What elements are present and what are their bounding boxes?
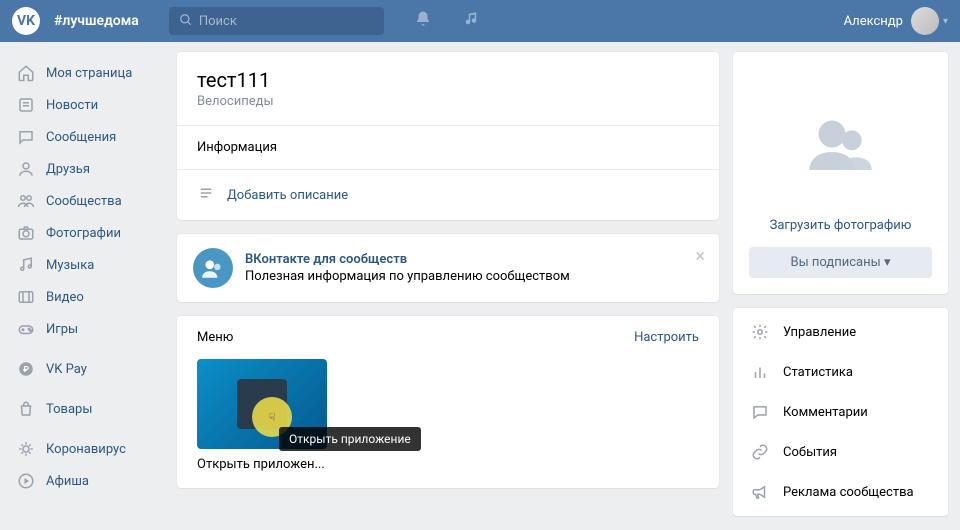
manage-label: События (783, 445, 837, 460)
main-area: тест111 Велосипеды Информация Добавить о… (165, 52, 960, 530)
news-icon (16, 95, 36, 115)
menu-card: Меню Настроить ☟ Открыть приложение Откр… (177, 316, 719, 488)
group-subtitle: Велосипеды (197, 94, 699, 109)
pointer-icon: ☟ (269, 411, 276, 424)
nav-games[interactable]: Игры (10, 313, 165, 345)
app-label[interactable]: Открыть приложен... (197, 457, 699, 472)
community-icon (16, 191, 36, 211)
nav-label: Афиша (46, 474, 89, 489)
chevron-down-icon: ▾ (884, 255, 891, 270)
nav-label: Друзья (46, 162, 90, 177)
nav-label: Сообщества (46, 194, 122, 209)
nav-communities[interactable]: Сообщества (10, 185, 165, 217)
admin-tip-card: ВКонтакте для сообществ Полезная информа… (177, 234, 719, 302)
music-note-icon (16, 255, 36, 275)
nav-photos[interactable]: Фотографии (10, 217, 165, 249)
top-header: VK #лучшедома Алексндр ▾ (0, 0, 960, 42)
play-icon (16, 471, 36, 491)
nav-messages[interactable]: Сообщения (10, 121, 165, 153)
admin-tip-subtitle: Полезная информация по управлению сообще… (245, 269, 570, 284)
chevron-down-icon[interactable]: ▾ (943, 16, 948, 27)
add-description-row[interactable]: Добавить описание (177, 170, 719, 220)
admin-avatar-icon (193, 248, 233, 288)
app-tooltip: Открыть приложение (279, 427, 421, 451)
manage-item-comments[interactable]: Комментарии (733, 392, 948, 432)
nav-corona[interactable]: Коронавирус (10, 433, 165, 465)
nav-afisha[interactable]: Афиша (10, 465, 165, 497)
nav-label: Музыка (46, 258, 94, 273)
group-title: тест111 (197, 68, 699, 92)
nav-goods[interactable]: Товары (10, 393, 165, 425)
camera-icon (16, 223, 36, 243)
link-icon (749, 441, 771, 463)
add-description-label: Добавить описание (227, 188, 348, 203)
nav-my-page[interactable]: Моя страница (10, 57, 165, 89)
center-column: тест111 Велосипеды Информация Добавить о… (177, 52, 719, 530)
manage-label: Управление (783, 325, 856, 340)
hashtag-link[interactable]: #лучшедома (54, 13, 139, 29)
msg-icon (16, 127, 36, 147)
search-icon (179, 12, 193, 31)
virus-icon (16, 439, 36, 459)
info-header: Информация (177, 126, 719, 170)
manage-card: Управление Статистика Комментарии Событи… (733, 308, 948, 516)
nav-music[interactable]: Музыка (10, 249, 165, 281)
nav-vkpay[interactable]: ₽ VK Pay (10, 353, 165, 385)
stats-icon (749, 361, 771, 383)
nav-label: Видео (46, 290, 84, 305)
manage-label: Комментарии (783, 405, 868, 420)
sidebar: Моя страница Новости Сообщения Друзья Со… (0, 52, 165, 530)
lines-icon (197, 184, 215, 206)
comment-icon (749, 401, 771, 423)
nav-friends[interactable]: Друзья (10, 153, 165, 185)
manage-item-ads[interactable]: Реклама сообщества (733, 472, 948, 512)
gamepad-icon (16, 319, 36, 339)
bell-icon[interactable] (414, 10, 432, 32)
subscribed-button[interactable]: Вы подписаны ▾ (749, 247, 932, 278)
menu-configure-link[interactable]: Настроить (634, 330, 699, 345)
manage-item-stats[interactable]: Статистика (733, 352, 948, 392)
megaphone-icon (749, 481, 771, 503)
manage-label: Реклама сообщества (783, 485, 914, 500)
username-label[interactable]: Алексндр (844, 14, 903, 29)
group-info-card: тест111 Велосипеды Информация Добавить о… (177, 52, 719, 220)
music-icon[interactable] (462, 10, 480, 32)
layout: Моя страница Новости Сообщения Друзья Со… (0, 42, 960, 530)
nav-label: Новости (46, 98, 98, 113)
nav-video[interactable]: Видео (10, 281, 165, 313)
nav-label: Коронавирус (46, 442, 126, 457)
title-block: тест111 Велосипеды (177, 52, 719, 126)
close-icon[interactable]: × (695, 246, 705, 267)
photo-placeholder-icon (749, 68, 932, 218)
nav-label: Игры (46, 322, 78, 337)
gear-icon (749, 321, 771, 343)
nav-label: Товары (46, 402, 92, 417)
search-input[interactable] (199, 14, 374, 29)
right-column: Загрузить фотографию Вы подписаны ▾ Упра… (733, 52, 948, 530)
menu-label: Меню (197, 330, 233, 345)
nav-news[interactable]: Новости (10, 89, 165, 121)
friends-icon (16, 159, 36, 179)
search-box[interactable] (169, 7, 384, 35)
vk-logo[interactable]: VK (12, 7, 40, 35)
admin-tip-title[interactable]: ВКонтакте для сообществ (245, 252, 570, 267)
vkpay-icon: ₽ (16, 359, 36, 379)
nav-label: Фотографии (46, 226, 121, 241)
nav-label: Сообщения (46, 130, 116, 145)
photo-card: Загрузить фотографию Вы подписаны ▾ (733, 52, 948, 294)
nav-label: VK Pay (46, 362, 87, 377)
nav-label: Моя страница (46, 66, 132, 81)
video-icon (16, 287, 36, 307)
manage-item-events[interactable]: События (733, 432, 948, 472)
bag-icon (16, 399, 36, 419)
avatar[interactable] (911, 7, 939, 35)
svg-text:₽: ₽ (23, 365, 29, 375)
upload-photo-link[interactable]: Загрузить фотографию (749, 218, 932, 233)
home-icon (16, 63, 36, 83)
manage-label: Статистика (783, 365, 853, 380)
manage-item-control[interactable]: Управление (733, 312, 948, 352)
